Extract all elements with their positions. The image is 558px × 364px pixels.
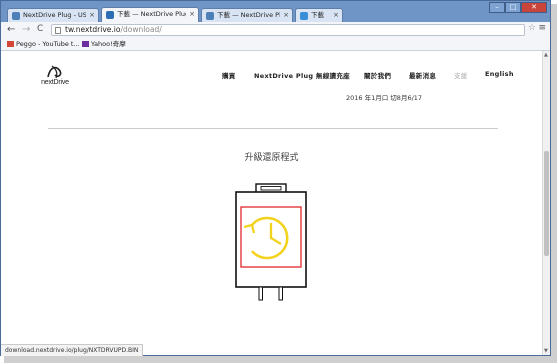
logo-text: nextDrive [41,79,69,86]
bookmark-label: Peggo - YouTube t... [16,40,80,48]
menu-icon[interactable]: ≡ [538,23,546,33]
tab-close-icon[interactable]: × [189,8,195,21]
maximize-button[interactable]: □ [505,2,521,13]
upgrade-restore-device-illustration[interactable] [230,181,312,307]
tab-download-active[interactable]: 下載 — NextDrive Plug × [101,7,199,23]
device-port-slot [260,186,282,191]
bookmark-yahoo[interactable]: Yahoo!奇摩 [81,38,126,50]
download-arrow-icon [300,12,308,20]
scroll-down-arrow-icon[interactable]: ▼ [544,348,548,354]
bookmark-label: Yahoo!奇摩 [91,40,126,48]
update-date-text: 2016 年1月口 切8月6/17 [346,94,423,102]
tab-label: 下載 — NextDrive Plug [117,10,186,18]
link-status-bubble: download.nextdrive.io/plug/NXTDRVUPD.BIN [1,344,144,356]
url-path: /download/ [120,25,162,34]
tab-close-icon[interactable]: × [333,9,339,22]
browser-toolbar: ← → C tw.nextdrive.io/download/ ☆ ≡ [1,22,550,38]
tab-nextdrive-plug[interactable]: NextDrive Plug - USB Wi × [7,8,99,23]
reload-button[interactable]: C [37,24,43,35]
scroll-up-arrow-icon[interactable]: ▲ [544,52,548,58]
device-prong-left [258,286,263,301]
yahoo-icon [82,41,89,47]
bookmark-peggo[interactable]: Peggo - YouTube t... [6,38,80,50]
bookmarks-bar: Peggo - YouTube t... Yahoo!奇摩 [1,38,550,51]
device-prong-right [278,286,283,301]
peggo-icon [7,41,14,47]
scrollbar-thumb[interactable] [544,151,549,256]
nav-product[interactable]: NextDrive Plug 無線讀充座 [254,70,350,80]
window-controls: – □ ✕ [489,2,547,14]
tab-favicon-icon [106,11,114,19]
bookmark-star-icon[interactable]: ☆ [528,23,536,33]
tab-label: NextDrive Plug - USB Wi [23,11,86,19]
back-button[interactable]: ← [7,24,15,35]
tab-strip: NextDrive Plug - USB Wi × 下載 — NextDrive… [1,1,550,23]
site-logo[interactable]: nextDrive [38,63,72,89]
tab-favicon-icon [12,12,20,20]
tab-label: 下載 — NextDrive Plug [217,11,280,19]
tab-label: 下載 [311,11,324,19]
tab-download-3[interactable]: 下載 × [295,8,343,23]
nav-buy[interactable]: 購買 [222,70,236,80]
tab-close-icon[interactable]: × [283,9,289,22]
page-icon [55,27,61,34]
page-viewport: nextDrive 購買 NextDrive Plug 無線讀充座 關於我們 最… [1,51,542,355]
nav-support[interactable]: 支援 [454,70,468,80]
section-divider [48,128,498,129]
forward-button[interactable]: → [22,24,30,35]
tab-download-2[interactable]: 下載 — NextDrive Plug × [201,8,293,23]
url-host: tw.nextdrive.io [65,25,121,34]
nav-english[interactable]: English [485,70,514,78]
minimize-button[interactable]: – [489,2,505,13]
close-window-button[interactable]: ✕ [521,2,547,13]
page-scrollbar[interactable]: ▲ ▼ [542,51,550,355]
nav-about[interactable]: 關於我們 [364,70,391,80]
address-bar[interactable]: tw.nextdrive.io/download/ [51,24,525,36]
section-title: 升級還原程式 [244,153,299,163]
tab-favicon-icon [206,12,214,20]
nav-news[interactable]: 最新消息 [409,70,436,80]
tab-close-icon[interactable]: × [89,9,95,22]
